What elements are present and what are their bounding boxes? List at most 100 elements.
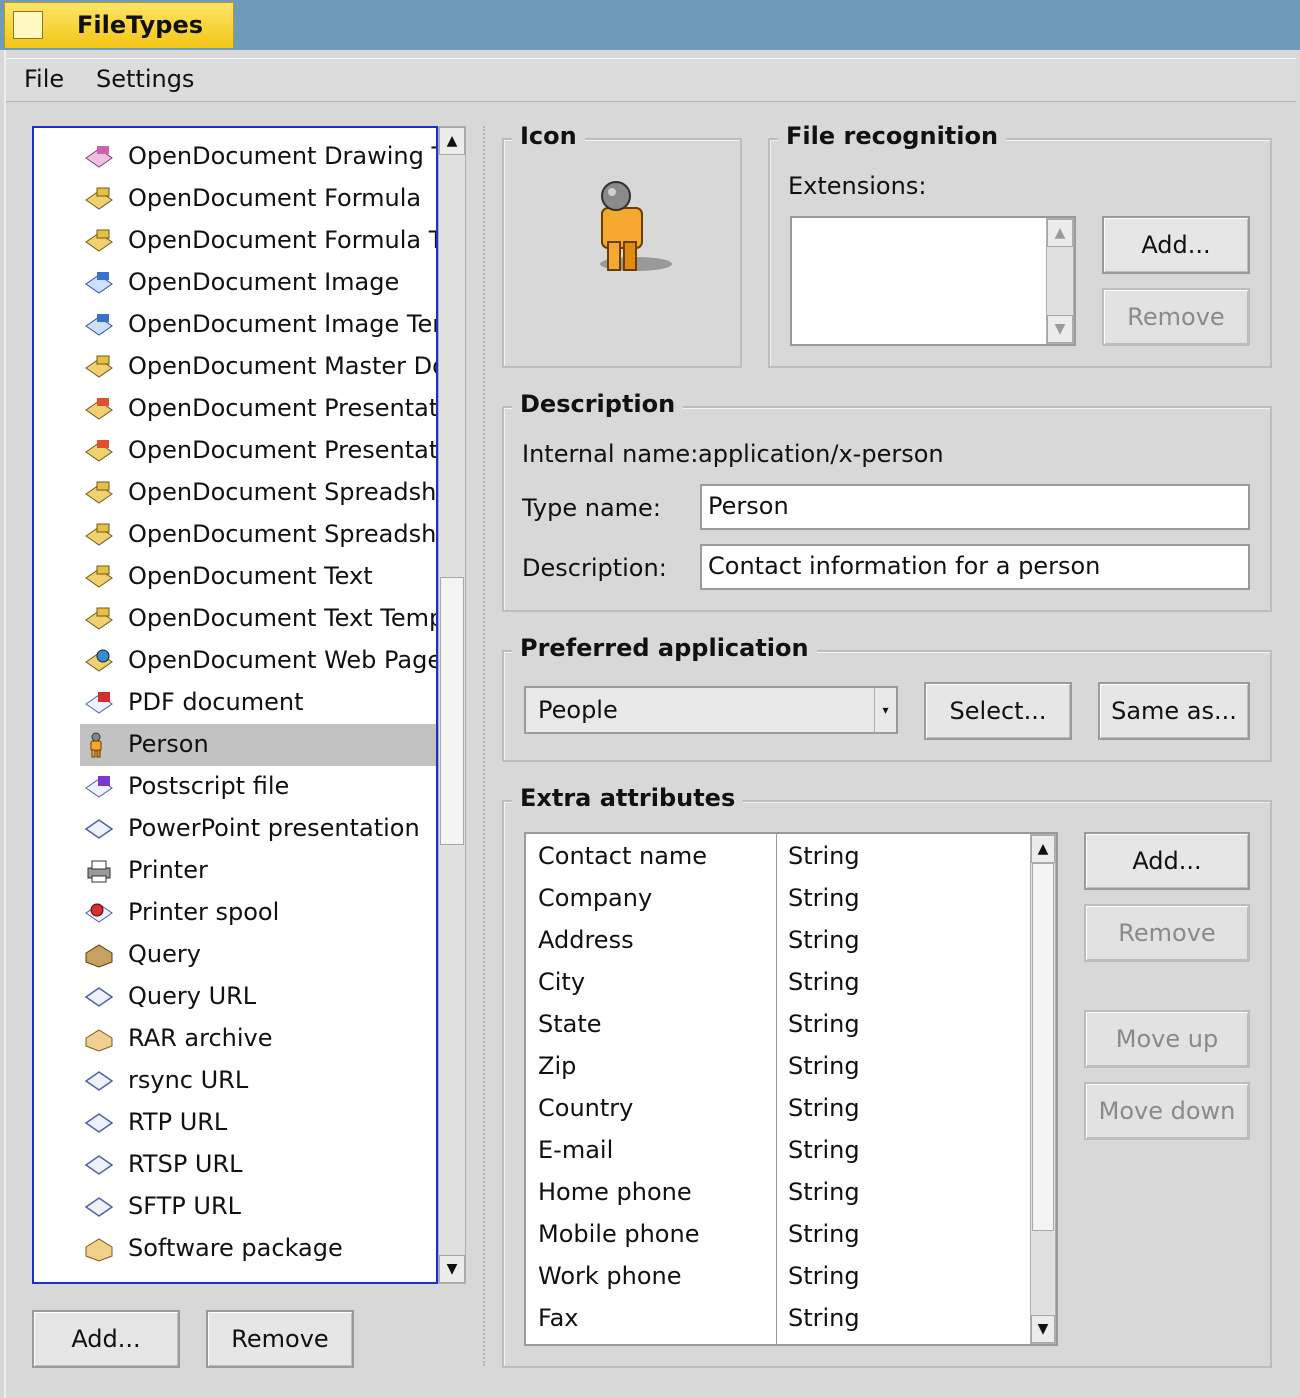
table-row[interactable]: Address String <box>526 920 1026 962</box>
person-icon[interactable] <box>584 178 674 278</box>
table-row[interactable]: Work phone String <box>526 1256 1026 1298</box>
file-type-item[interactable]: Printer spool <box>80 892 436 934</box>
remove-extension-button[interactable]: Remove <box>1102 288 1250 346</box>
extensions-scroll-down[interactable]: ▼ <box>1047 315 1073 343</box>
file-type-item[interactable]: rsync URL <box>80 1060 436 1102</box>
file-type-item[interactable]: Person <box>80 724 436 766</box>
preferred-application-select[interactable]: People ▾ <box>524 686 898 734</box>
file-type-item[interactable]: Postscript file <box>80 766 436 808</box>
file-type-item[interactable]: RAR archive <box>80 1018 436 1060</box>
extra-attributes-title: Extra attributes <box>512 784 744 812</box>
extra-attributes-table[interactable]: Contact name String Company String Address St… <box>524 832 1058 1346</box>
table-row[interactable]: City String <box>526 962 1026 1004</box>
file-type-label: OpenDocument Formula <box>128 184 422 212</box>
attribute-type: String <box>788 926 860 954</box>
type-name-field[interactable]: Person <box>700 484 1250 530</box>
file-type-item[interactable]: OpenDocument Formula Te <box>80 220 436 262</box>
window-title-tab[interactable]: FileTypes <box>4 2 234 48</box>
file-type-label: Postscript file <box>128 772 290 800</box>
add-extension-button[interactable]: Add... <box>1102 216 1250 274</box>
person-icon <box>84 732 114 758</box>
file-type-label: OpenDocument Text Templa <box>128 604 438 632</box>
attributes-scroll-up[interactable]: ▲ <box>1031 835 1055 863</box>
scroll-up-button[interactable]: ▲ <box>439 127 465 155</box>
table-row[interactable]: Company String <box>526 878 1026 920</box>
generic-file-icon <box>84 1194 114 1220</box>
scroll-thumb[interactable] <box>440 577 464 845</box>
file-type-item[interactable]: Query <box>80 934 436 976</box>
add-file-type-button[interactable]: Add... <box>32 1310 180 1368</box>
table-row[interactable]: State String <box>526 1004 1026 1046</box>
file-type-label: rsync URL <box>128 1066 249 1094</box>
file-type-item[interactable]: OpenDocument Master Doc <box>80 346 438 388</box>
drawing-doc-icon <box>84 144 114 170</box>
table-row[interactable]: E-mail String <box>526 1130 1026 1172</box>
file-type-item[interactable]: RTP URL <box>80 1102 436 1144</box>
file-type-item[interactable]: Software package <box>80 1228 436 1270</box>
file-type-item[interactable]: OpenDocument Web Page T <box>80 640 438 682</box>
file-type-item[interactable]: OpenDocument Spreadshee <box>80 514 438 556</box>
table-row[interactable]: Zip String <box>526 1046 1026 1088</box>
add-attribute-button[interactable]: Add... <box>1084 832 1250 890</box>
menu-file[interactable]: File <box>24 65 64 93</box>
file-type-item[interactable]: OpenDocument Presentatio <box>80 430 436 472</box>
window-close-box[interactable] <box>13 11 43 39</box>
file-type-label: RTSP URL <box>128 1150 243 1178</box>
panel-splitter[interactable] <box>483 126 485 1366</box>
file-type-label: OpenDocument Spreadshee <box>128 520 438 548</box>
remove-attribute-button[interactable]: Remove <box>1084 904 1250 962</box>
file-type-item[interactable]: RTSP URL <box>80 1144 436 1186</box>
attribute-name: Country <box>538 1094 634 1122</box>
file-type-label: OpenDocument Web Page T <box>128 646 438 674</box>
file-type-label: Person <box>128 730 209 758</box>
attribute-name: City <box>538 968 586 996</box>
menu-settings[interactable]: Settings <box>96 65 194 93</box>
attribute-name: Home phone <box>538 1178 692 1206</box>
printer-spool-icon <box>84 900 114 926</box>
table-row[interactable]: Country String <box>526 1088 1026 1130</box>
extensions-scrollbar[interactable]: ▲ ▼ <box>1046 218 1074 344</box>
file-type-label: OpenDocument Master Doc <box>128 352 438 380</box>
file-type-label: PowerPoint presentation <box>128 814 420 842</box>
file-type-item[interactable]: SFTP URL <box>80 1186 436 1228</box>
file-type-item[interactable]: OpenDocument Presentatio <box>80 388 436 430</box>
description-field[interactable]: Contact information for a person <box>700 544 1250 590</box>
text-doc-icon <box>84 606 114 632</box>
scroll-down-button[interactable]: ▼ <box>439 1255 465 1283</box>
file-type-item[interactable]: OpenDocument Spreadshee <box>80 472 436 514</box>
extra-attributes-scrollbar[interactable]: ▲ ▼ <box>1030 834 1056 1344</box>
file-type-item[interactable]: Query URL <box>80 976 436 1018</box>
attributes-scroll-thumb[interactable] <box>1032 863 1054 1231</box>
remove-file-type-button[interactable]: Remove <box>206 1310 354 1368</box>
move-down-button[interactable]: Move down <box>1084 1082 1250 1140</box>
file-type-item[interactable]: OpenDocument Text <box>80 556 436 598</box>
file-type-item[interactable]: Printer <box>80 850 436 892</box>
table-row[interactable]: Home phone String <box>526 1172 1026 1214</box>
same-as-button[interactable]: Same as... <box>1098 682 1250 740</box>
file-type-item[interactable]: OpenDocument Formula <box>80 178 436 220</box>
extensions-scroll-up[interactable]: ▲ <box>1047 219 1073 247</box>
file-type-list[interactable]: OpenDocument Drawing Te OpenDocument Form… <box>32 126 438 1284</box>
move-up-button[interactable]: Move up <box>1084 1010 1250 1068</box>
file-type-list-scrollbar[interactable]: ▲ ▼ <box>438 126 466 1284</box>
file-type-item[interactable]: PowerPoint presentation <box>80 808 436 850</box>
file-type-item[interactable]: PDF document <box>80 682 436 724</box>
file-type-item[interactable]: OpenDocument Image <box>80 262 436 304</box>
chevron-down-icon[interactable]: ▾ <box>874 688 896 732</box>
select-application-button[interactable]: Select... <box>924 682 1072 740</box>
presentation-doc-icon <box>84 396 114 422</box>
table-row[interactable]: Fax String <box>526 1298 1026 1340</box>
table-row[interactable]: Contact name String <box>526 836 1026 878</box>
archive-icon <box>84 1026 114 1052</box>
attribute-type: String <box>788 1010 860 1038</box>
attributes-scroll-down[interactable]: ▼ <box>1031 1315 1055 1343</box>
file-type-label: Software package <box>128 1234 343 1262</box>
file-type-item[interactable]: OpenDocument Image Tem <box>80 304 436 346</box>
type-name-label: Type name: <box>522 494 661 522</box>
web-doc-icon <box>84 648 114 674</box>
extensions-list[interactable]: ▲ ▼ <box>790 216 1076 346</box>
table-row[interactable]: Mobile phone String <box>526 1214 1026 1256</box>
file-type-item[interactable]: OpenDocument Text Templa <box>80 598 438 640</box>
file-type-item[interactable]: OpenDocument Drawing Te <box>80 136 436 178</box>
package-icon <box>84 1236 114 1262</box>
